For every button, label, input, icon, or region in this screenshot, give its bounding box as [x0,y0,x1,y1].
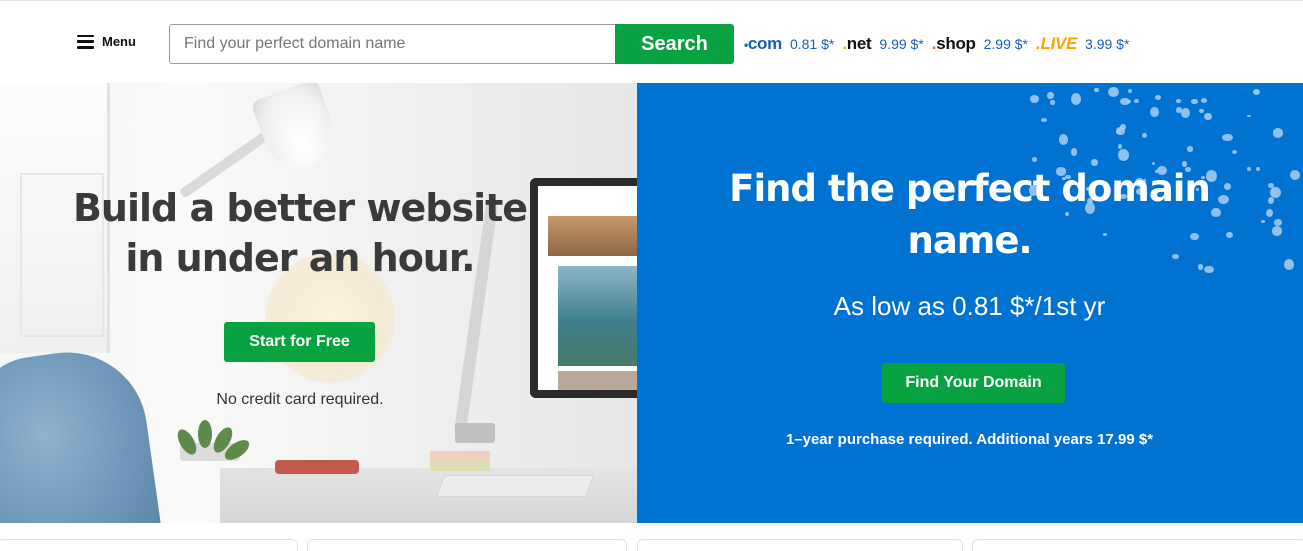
decor-dot [1256,166,1260,172]
purchase-fine-print: 1–year purchase required. Additional yea… [785,431,1154,448]
decor-dot [1134,99,1139,103]
decor-dot [1199,108,1205,114]
keyboard-image [435,475,595,497]
decor-dot [1049,99,1056,105]
decor-dot [1047,92,1054,99]
decor-dot [1191,99,1198,105]
menu-button[interactable]: Menu [77,34,136,49]
decor-dot [1222,133,1233,142]
chair-image [0,342,164,523]
decor-dot [1094,87,1099,93]
decor-dot [1141,133,1147,139]
decor-dot [1269,186,1281,198]
decor-dot [1117,148,1129,161]
decor-dot [1268,196,1275,204]
tld-net[interactable]: .net 9.99 $* [842,34,923,54]
tld-com-name: •com [744,34,782,53]
decor-dot [1058,134,1068,145]
decor-dot [1284,259,1295,270]
start-for-free-button[interactable]: Start for Free [224,322,375,362]
menu-label: Menu [102,34,136,49]
card-edge [0,539,298,551]
decor-dot [1116,130,1121,134]
tld-net-name: .net [842,34,872,53]
tld-shop-name: .shop [931,34,976,53]
find-your-domain-button[interactable]: Find Your Domain [882,363,1065,403]
decor-dot [1030,94,1040,103]
tld-shop-price: 2.99 $* [983,36,1028,52]
bottom-cards [0,539,1303,551]
decor-dot [1041,118,1047,123]
notes-image [430,451,490,471]
search-button[interactable]: Search [615,24,734,64]
hamburger-icon [77,34,94,49]
decor-dot [1149,106,1159,118]
domain-headline: Find the perfect domain name. [729,167,1211,262]
decor-dot [1265,208,1273,217]
decor-dot [1070,92,1082,105]
decor-dot [1154,95,1161,100]
plant-image [170,418,253,468]
decor-dot [1290,169,1301,180]
website-builder-hero: Build a better website in under an hour.… [0,83,637,523]
tld-live-price: 3.99 $* [1085,36,1130,52]
decor-dot [1126,99,1131,104]
card-edge [307,539,627,551]
domain-search: Search [169,24,734,64]
builder-headline: Build a better website in under an hour. [72,186,528,280]
tld-net-price: 9.99 $* [879,36,924,52]
lamp-shade [250,83,344,178]
card-edge [637,539,963,551]
domain-hero: Find the perfect domain name. As low as … [637,83,1303,523]
decor-dot [1246,166,1251,171]
tld-price-list: •com 0.81 $* .net 9.99 $* .shop 2.99 $* … [744,34,1137,54]
decor-dot [1108,87,1119,98]
domain-search-input[interactable] [169,24,615,64]
decor-dot [1200,97,1208,104]
tld-com[interactable]: •com 0.81 $* [744,34,834,54]
decor-dot [1032,156,1037,162]
decor-dot [1071,148,1078,156]
tld-shop[interactable]: .shop 2.99 $* [932,34,1028,54]
decor-dot [1261,220,1265,224]
monitor-image [530,178,637,398]
decor-dot [1181,108,1190,119]
decor-dot [1176,99,1181,104]
decor-dot [1128,89,1133,94]
decor-dot [1247,115,1251,118]
phone-image [275,460,359,474]
tld-live-name: .LIVE [1036,34,1078,53]
tld-com-price: 0.81 $* [789,36,835,52]
card-edge [972,539,1303,551]
decor-dot [1273,128,1284,138]
decor-dot [1204,113,1212,121]
lamp-base [455,423,495,443]
top-header: Menu Search •com 0.81 $* .net 9.99 $* .s… [0,0,1303,83]
decor-dot [1274,219,1283,226]
decor-dot [1272,226,1283,236]
decor-dot [1231,149,1238,155]
decor-dot [1252,88,1261,95]
tld-live[interactable]: .LIVE 3.99 $* [1036,34,1129,54]
domain-price-subtitle: As low as 0.81 $*/1st yr [833,291,1106,321]
no-credit-card-note: No credit card required. [216,391,384,408]
decor-dot [1187,146,1194,152]
